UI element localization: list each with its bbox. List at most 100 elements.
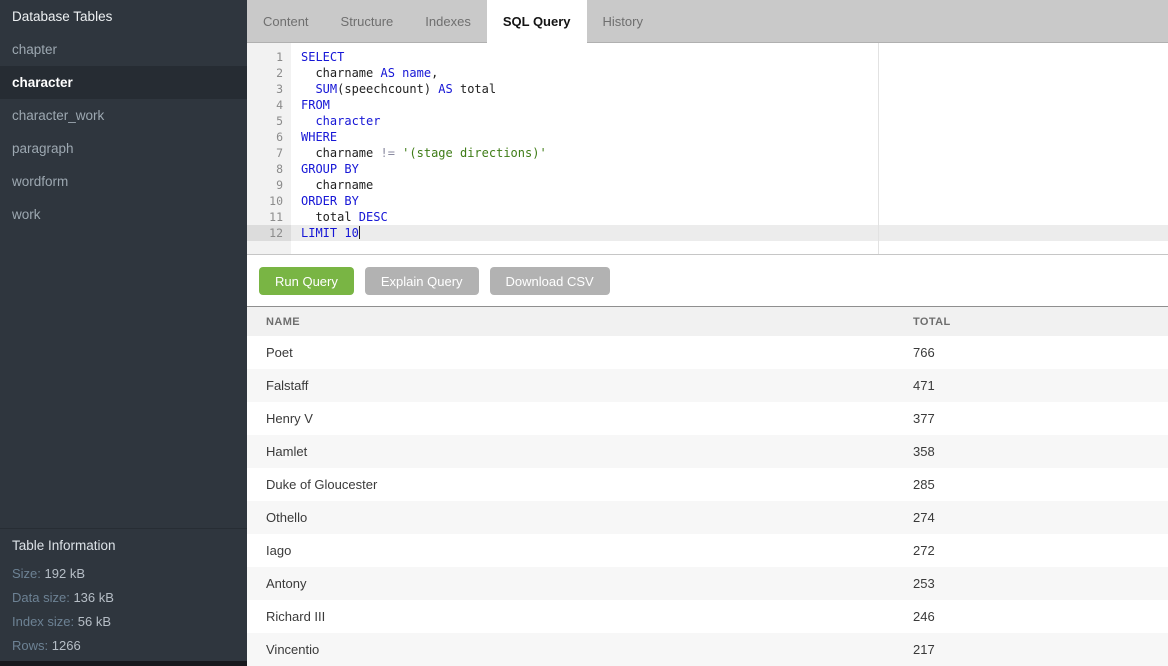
- sidebar-item-wordform[interactable]: wordform: [0, 165, 247, 198]
- code-line-11[interactable]: 11 total DESC: [247, 209, 1168, 225]
- table-information-list: Size: 192 kBData size: 136 kBIndex size:…: [12, 562, 235, 658]
- token-pl: [301, 82, 315, 96]
- line-number: 11: [247, 209, 291, 225]
- table-row[interactable]: Iago272: [247, 534, 1168, 567]
- token-pl: charname: [301, 146, 380, 160]
- token-kw: DESC: [359, 210, 388, 224]
- explain-query-button[interactable]: Explain Query: [365, 267, 479, 295]
- sidebar-item-character[interactable]: character: [0, 66, 247, 99]
- code-text: character: [291, 113, 380, 129]
- code-text: charname AS name,: [291, 65, 438, 81]
- line-number: 7: [247, 145, 291, 161]
- info-label: Rows:: [12, 638, 48, 653]
- code-line-1[interactable]: 1SELECT: [247, 49, 1168, 65]
- tab-history[interactable]: History: [587, 0, 659, 43]
- table-row[interactable]: Duke of Gloucester285: [247, 468, 1168, 501]
- token-pl: charname: [301, 66, 380, 80]
- table-row[interactable]: Antony253: [247, 567, 1168, 600]
- sidebar-header: Database Tables: [0, 0, 247, 33]
- info-value: 1266: [52, 638, 81, 653]
- results-header: NAME TOTAL: [247, 306, 1168, 336]
- token-kw: WHERE: [301, 130, 337, 144]
- token-str: '(stage directions)': [402, 146, 547, 160]
- code-line-4[interactable]: 4FROM: [247, 97, 1168, 113]
- token-num: 10: [344, 226, 358, 240]
- code-line-9[interactable]: 9 charname: [247, 177, 1168, 193]
- editor-column-ruler: [878, 43, 879, 254]
- table-row[interactable]: Hamlet358: [247, 435, 1168, 468]
- cell-total: 253: [913, 576, 935, 591]
- cell-name: Iago: [247, 543, 913, 558]
- table-row[interactable]: Vincentio217: [247, 633, 1168, 666]
- code-line-8[interactable]: 8GROUP BY: [247, 161, 1168, 177]
- table-row[interactable]: Falstaff471: [247, 369, 1168, 402]
- cell-name: Antony: [247, 576, 913, 591]
- column-header-total[interactable]: TOTAL: [913, 316, 951, 328]
- line-number: 5: [247, 113, 291, 129]
- token-pl: [301, 114, 315, 128]
- line-number: 6: [247, 129, 291, 145]
- code-line-10[interactable]: 10 ORDER BY: [247, 193, 1168, 209]
- code-line-7[interactable]: 7 charname != '(stage directions)': [247, 145, 1168, 161]
- token-kw: AS: [438, 82, 452, 96]
- tab-indexes[interactable]: Indexes: [409, 0, 487, 43]
- cell-name: Richard III: [247, 609, 913, 624]
- sidebar-item-paragraph[interactable]: paragraph: [0, 132, 247, 165]
- sql-editor[interactable]: 1SELECT2 charname AS name,3 SUM(speechco…: [247, 43, 1168, 255]
- code-line-5[interactable]: 5 character: [247, 113, 1168, 129]
- cell-total: 377: [913, 411, 935, 426]
- info-value: 192 kB: [45, 566, 85, 581]
- code-text: GROUP BY: [291, 161, 359, 177]
- code-line-2[interactable]: 2 charname AS name,: [247, 65, 1168, 81]
- cell-name: Duke of Gloucester: [247, 477, 913, 492]
- code-line-3[interactable]: 3 SUM(speechcount) AS total: [247, 81, 1168, 97]
- token-pl: total: [301, 210, 359, 224]
- line-number: 12: [247, 225, 291, 241]
- app-window: Database Tables chaptercharactercharacte…: [0, 0, 1168, 666]
- line-number: 10: [247, 193, 291, 209]
- column-header-name[interactable]: NAME: [247, 316, 913, 328]
- token-kw: SELECT: [301, 50, 344, 64]
- cell-total: 358: [913, 444, 935, 459]
- token-kw: LIMIT: [301, 226, 337, 240]
- code-text: WHERE: [291, 129, 337, 145]
- token-pl: charname: [301, 178, 373, 192]
- code-line-12[interactable]: 12LIMIT 10: [247, 225, 1168, 241]
- cell-name: Vincentio: [247, 642, 913, 657]
- table-row[interactable]: Poet766: [247, 336, 1168, 369]
- table-row[interactable]: Othello274: [247, 501, 1168, 534]
- run-query-button[interactable]: Run Query: [259, 267, 354, 295]
- code-text: charname: [291, 177, 373, 193]
- token-kw: character: [315, 114, 380, 128]
- cell-total: 285: [913, 477, 935, 492]
- code-text: SELECT: [291, 49, 344, 65]
- tab-sql-query[interactable]: SQL Query: [487, 0, 587, 43]
- cell-name: Othello: [247, 510, 913, 525]
- sidebar-bottom-strip: [0, 661, 247, 666]
- tab-structure[interactable]: Structure: [325, 0, 410, 43]
- token-kw: ORDER BY: [301, 194, 359, 208]
- code-text: LIMIT 10: [291, 225, 360, 241]
- sidebar: Database Tables chaptercharactercharacte…: [0, 0, 247, 666]
- tab-content[interactable]: Content: [247, 0, 325, 43]
- cell-name: Falstaff: [247, 378, 913, 393]
- tab-bar: ContentStructureIndexesSQL QueryHistory: [247, 0, 1168, 43]
- cell-name: Poet: [247, 345, 913, 360]
- code-line-6[interactable]: 6 WHERE: [247, 129, 1168, 145]
- download-csv-button[interactable]: Download CSV: [490, 267, 610, 295]
- query-actions: Run Query Explain Query Download CSV: [247, 255, 1168, 306]
- token-op: !=: [380, 146, 394, 160]
- cell-name: Henry V: [247, 411, 913, 426]
- sidebar-item-chapter[interactable]: chapter: [0, 33, 247, 66]
- table-row[interactable]: Henry V377: [247, 402, 1168, 435]
- cell-total: 471: [913, 378, 935, 393]
- sidebar-item-character_work[interactable]: character_work: [0, 99, 247, 132]
- main-panel: ContentStructureIndexesSQL QueryHistory …: [247, 0, 1168, 666]
- info-row: Rows: 1266: [12, 634, 235, 658]
- info-label: Data size:: [12, 590, 70, 605]
- code-text: ORDER BY: [291, 193, 359, 209]
- cell-total: 272: [913, 543, 935, 558]
- table-list: chaptercharactercharacter_workparagraphw…: [0, 33, 247, 231]
- table-row[interactable]: Richard III246: [247, 600, 1168, 633]
- sidebar-item-work[interactable]: work: [0, 198, 247, 231]
